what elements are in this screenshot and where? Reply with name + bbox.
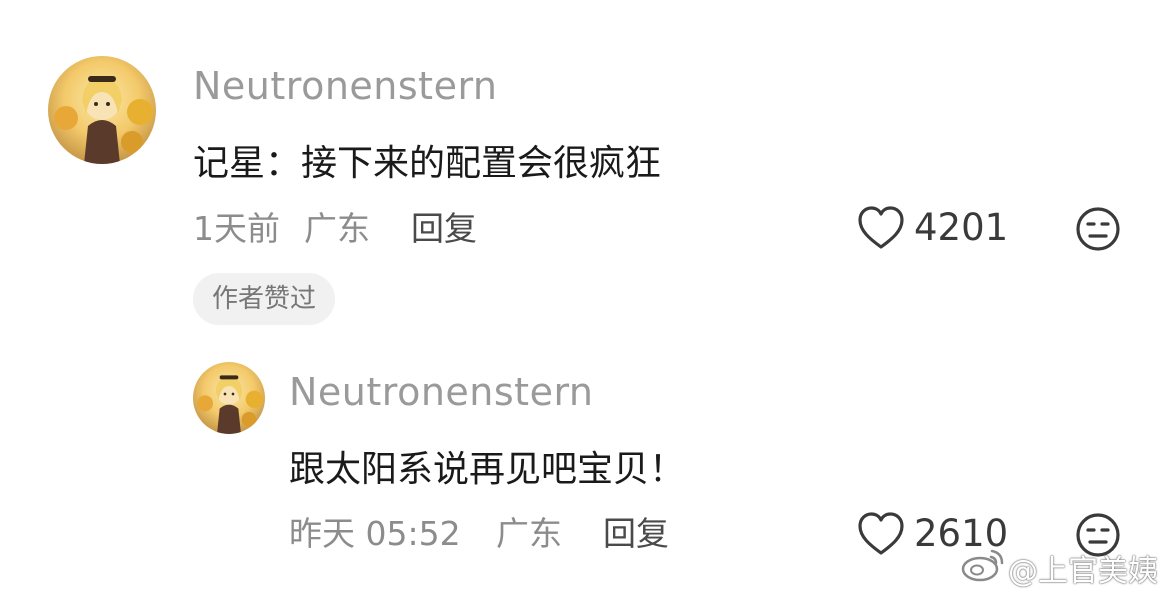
avatar-illustration bbox=[54, 76, 153, 164]
reply-location: 广东 bbox=[496, 514, 562, 553]
reply-like-button[interactable] bbox=[856, 510, 906, 558]
comment-dislike-button[interactable] bbox=[1075, 206, 1121, 252]
watermark-text: @上官美姨 bbox=[1008, 554, 1158, 589]
comment-like-button[interactable] bbox=[856, 204, 906, 252]
comment-username[interactable]: Neutronenstern bbox=[193, 64, 498, 108]
reply-reply-button[interactable]: 回复 bbox=[603, 507, 669, 555]
comment-reply-button[interactable]: 回复 bbox=[411, 202, 477, 250]
reply-username[interactable]: Neutronenstern bbox=[289, 370, 594, 414]
comment-time: 1天前 bbox=[193, 209, 280, 248]
comment-text: 记星：接下来的配置会很疯狂 bbox=[193, 143, 662, 184]
comment-like-count: 4201 bbox=[914, 206, 1009, 249]
heart-icon bbox=[858, 206, 904, 249]
author-liked-badge: 作者赞过 bbox=[193, 273, 336, 325]
reply-time: 昨天 05:52 bbox=[289, 514, 461, 553]
avatar-illustration bbox=[197, 375, 263, 434]
weibo-logo-icon bbox=[960, 547, 1006, 583]
heart-icon bbox=[858, 512, 904, 555]
unamused-face-icon bbox=[1076, 207, 1120, 251]
comment-location: 广东 bbox=[304, 209, 370, 248]
reply-text: 跟太阳系说再见吧宝贝！ bbox=[289, 449, 686, 490]
avatar[interactable] bbox=[48, 56, 156, 164]
reply-avatar[interactable] bbox=[193, 362, 265, 434]
